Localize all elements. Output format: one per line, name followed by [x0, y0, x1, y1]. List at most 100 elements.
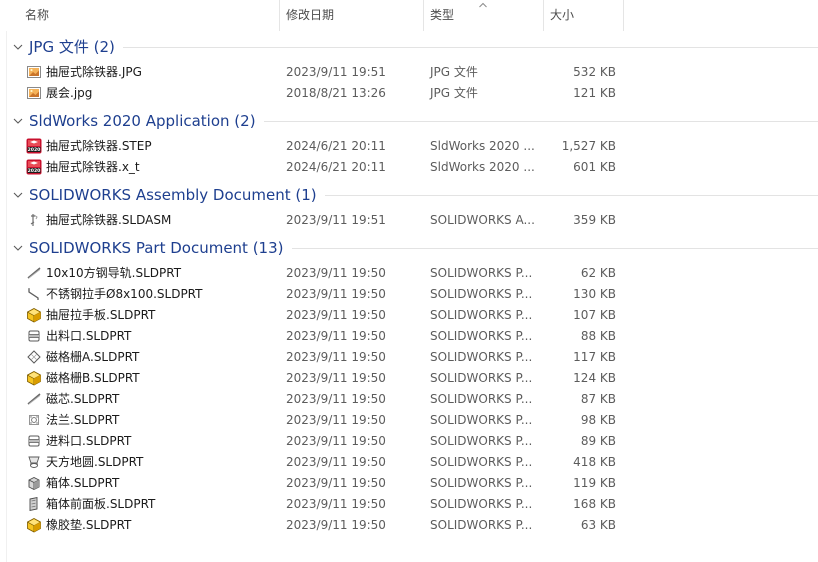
file-size: 63 KB: [580, 518, 616, 532]
file-row[interactable]: 进料口.SLDPRT 2023/9/11 19:50 SOLIDWORKS P...…: [0, 431, 818, 452]
file-size: 119 KB: [573, 476, 616, 490]
file-name: 进料口.SLDPRT: [46, 434, 132, 448]
solidworks-2020-icon: 2020: [26, 159, 42, 175]
chevron-down-icon[interactable]: [13, 116, 23, 126]
file-name: 展会.jpg: [46, 86, 93, 100]
file-modified-date: 2023/9/11 19:50: [286, 308, 386, 322]
group-header[interactable]: SOLIDWORKS Assembly Document (1): [0, 184, 818, 206]
file-modified-date: 2024/6/21 20:11: [286, 160, 386, 174]
file-row[interactable]: 不锈钢拉手Ø8x100.SLDPRT 2023/9/11 19:50 SOLIDWO…: [0, 284, 818, 305]
file-row[interactable]: 磁芯.SLDPRT 2023/9/11 19:50 SOLIDWORKS P... 8…: [0, 389, 818, 410]
file-type: SOLIDWORKS P...: [430, 266, 533, 280]
transition-thumbnail-icon: [28, 456, 40, 468]
file-size: 532 KB: [573, 65, 616, 79]
file-size: 168 KB: [573, 497, 616, 511]
file-name: 抽屉式除铁器.x_t: [46, 160, 140, 174]
file-row[interactable]: 2020 抽屉式除铁器.x_t 2024/6/21 20:11 SldWorks 20…: [0, 157, 818, 178]
file-type: SldWorks 2020 ...: [430, 160, 535, 174]
solidworks-2020-icon: 2020: [26, 138, 42, 154]
svg-text:2020: 2020: [28, 147, 41, 153]
file-row[interactable]: 出料口.SLDPRT 2023/9/11 19:50 SOLIDWORKS P...…: [0, 326, 818, 347]
file-row[interactable]: 抽屉式除铁器.SLDASM 2023/9/11 19:51 SOLIDWORKS A…: [0, 210, 818, 231]
file-size: 107 KB: [573, 308, 616, 322]
column-header-modified-label: 修改日期: [286, 8, 335, 22]
file-name: 抽屉式除铁器.STEP: [46, 139, 152, 153]
file-name: 出料口.SLDPRT: [46, 329, 132, 343]
file-size: 359 KB: [573, 213, 616, 227]
column-divider[interactable]: [423, 0, 424, 31]
file-row[interactable]: 天方地圆.SLDPRT 2023/9/11 19:50 SOLIDWORKS P..…: [0, 452, 818, 473]
file-modified-date: 2023/9/11 19:50: [286, 287, 386, 301]
part-cube-icon: [27, 308, 41, 323]
file-type: SOLIDWORKS P...: [430, 392, 533, 406]
file-type: SOLIDWORKS P...: [430, 518, 533, 532]
file-name: 磁格栅B.SLDPRT: [46, 371, 140, 385]
file-type: SOLIDWORKS P...: [430, 413, 533, 427]
file-modified-date: 2018/8/21 13:26: [286, 86, 386, 100]
file-row[interactable]: 橡胶垫.SLDPRT 2023/9/11 19:50 SOLIDWORKS P...…: [0, 515, 818, 536]
column-divider[interactable]: [279, 0, 280, 31]
group-header[interactable]: SldWorks 2020 Application (2): [0, 110, 818, 132]
file-row[interactable]: 抽屉拉手板.SLDPRT 2023/9/11 19:50 SOLIDWORKS P.…: [0, 305, 818, 326]
grid-thumbnail-icon: [27, 350, 41, 364]
chevron-down-icon[interactable]: [13, 42, 23, 52]
file-row[interactable]: 10x10方钢导轨.SLDPRT 2023/9/11 19:50 SOLIDWORK…: [0, 263, 818, 284]
column-header-modified[interactable]: 修改日期: [286, 0, 423, 31]
file-type: SOLIDWORKS P...: [430, 308, 533, 322]
rail-thumbnail-icon: [27, 393, 41, 405]
file-type: SOLIDWORKS P...: [430, 350, 533, 364]
file-type: JPG 文件: [430, 65, 478, 79]
file-size: 124 KB: [573, 371, 616, 385]
column-header-name[interactable]: 名称: [25, 0, 279, 31]
assembly-thumbnail-icon: [30, 214, 38, 226]
file-type: SOLIDWORKS P...: [430, 329, 533, 343]
file-row[interactable]: 箱体前面板.SLDPRT 2023/9/11 19:50 SOLIDWORKS P.…: [0, 494, 818, 515]
file-row[interactable]: 展会.jpg 2018/8/21 13:26 JPG 文件 121 KB: [0, 83, 818, 104]
column-header-bar: 名称 修改日期 类型 大小: [0, 0, 818, 31]
jpg-image-icon: [27, 66, 41, 78]
group-title: SldWorks 2020 Application (2): [29, 112, 256, 130]
file-row[interactable]: 抽屉式除铁器.JPG 2023/9/11 19:51 JPG 文件 532 KB: [0, 62, 818, 83]
column-divider[interactable]: [623, 0, 624, 31]
file-modified-date: 2023/9/11 19:51: [286, 213, 386, 227]
group-divider-line: [324, 195, 818, 196]
group-title: JPG 文件 (2): [29, 38, 115, 56]
column-header-size[interactable]: 大小: [550, 0, 622, 31]
column-header-name-label: 名称: [25, 8, 50, 22]
rail-thumbnail-icon: [27, 267, 41, 279]
chevron-down-icon[interactable]: [13, 243, 23, 253]
file-row[interactable]: 法兰.SLDPRT 2023/9/11 19:50 SOLIDWORKS P... 9…: [0, 410, 818, 431]
handle-thumbnail-icon: [28, 288, 39, 300]
outlet-thumbnail-icon: [28, 435, 40, 447]
column-divider[interactable]: [543, 0, 544, 31]
panel-thumbnail-icon: [29, 496, 38, 512]
file-modified-date: 2023/9/11 19:50: [286, 497, 386, 511]
file-row[interactable]: 磁格栅A.SLDPRT 2023/9/11 19:50 SOLIDWORKS P..…: [0, 347, 818, 368]
column-header-size-label: 大小: [550, 8, 575, 22]
group-divider-line: [291, 248, 818, 249]
group-title: SOLIDWORKS Part Document (13): [29, 239, 284, 257]
file-type: SOLIDWORKS P...: [430, 371, 533, 385]
file-type: SOLIDWORKS P...: [430, 497, 533, 511]
file-name: 抽屉式除铁器.SLDASM: [46, 213, 172, 227]
file-row[interactable]: 磁格栅B.SLDPRT 2023/9/11 19:50 SOLIDWORKS P..…: [0, 368, 818, 389]
file-type: SldWorks 2020 ...: [430, 139, 535, 153]
file-type: SOLIDWORKS P...: [430, 455, 533, 469]
group-header[interactable]: JPG 文件 (2): [0, 36, 818, 58]
box-thumbnail-icon: [28, 476, 40, 491]
file-row[interactable]: 箱体.SLDPRT 2023/9/11 19:50 SOLIDWORKS P... 1…: [0, 473, 818, 494]
file-size: 418 KB: [573, 455, 616, 469]
file-modified-date: 2023/9/11 19:50: [286, 476, 386, 490]
file-explorer-details-view: 名称 修改日期 类型 大小 JPG 文件 (2) 抽屉式除铁器.JPG 2023/9…: [0, 0, 818, 562]
group-header[interactable]: SOLIDWORKS Part Document (13): [0, 237, 818, 259]
chevron-down-icon[interactable]: [13, 190, 23, 200]
file-size: 130 KB: [573, 287, 616, 301]
file-size: 1,527 KB: [561, 139, 616, 153]
file-size: 88 KB: [580, 329, 616, 343]
file-row[interactable]: 2020 抽屉式除铁器.STEP 2024/6/21 20:11 SldWorks 2…: [0, 136, 818, 157]
file-size: 98 KB: [580, 413, 616, 427]
file-modified-date: 2023/9/11 19:50: [286, 455, 386, 469]
file-name: 不锈钢拉手Ø8x100.SLDPRT: [46, 287, 203, 301]
file-name: 磁芯.SLDPRT: [46, 392, 120, 406]
file-modified-date: 2023/9/11 19:50: [286, 434, 386, 448]
